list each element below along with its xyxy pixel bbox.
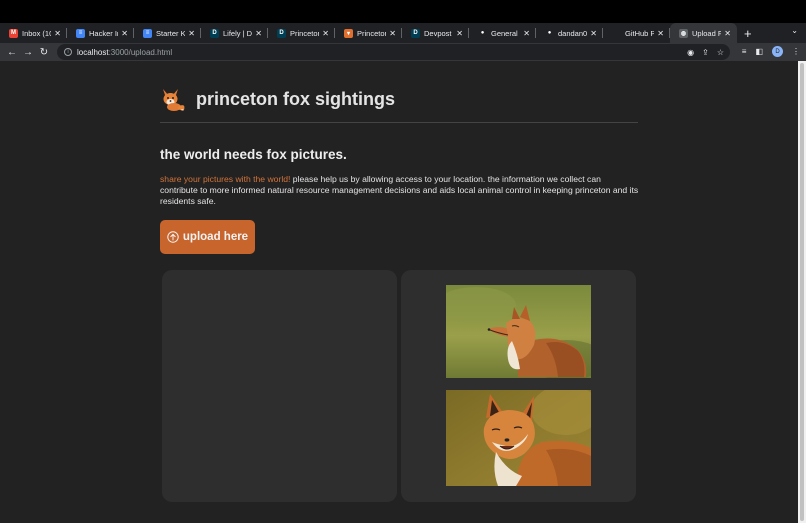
tab-title: Starter Kit (156, 28, 186, 38)
tab-title: dandan00 (558, 28, 588, 38)
tab-title: Hacker Info (89, 28, 118, 38)
tab-strip: MInbox (10)✕≡Hacker Info✕≡Starter Kit✕DL… (0, 23, 806, 43)
github-icon: ● (478, 28, 487, 38)
forward-icon[interactable]: → (20, 47, 36, 58)
photo-gallery-card (401, 270, 636, 502)
site-info-icon[interactable]: i (64, 48, 72, 56)
url-path: :3000/upload.html (108, 47, 173, 57)
page-content: princeton fox sightings the world needs … (0, 61, 798, 523)
empty-gallery-card (162, 270, 397, 502)
close-tab-icon[interactable]: ✕ (188, 29, 195, 38)
os-menu-bar (0, 0, 806, 23)
kebab-menu-icon[interactable]: ⋮ (792, 47, 800, 56)
fox-logo-icon (163, 89, 185, 111)
site-header: princeton fox sightings (160, 86, 395, 112)
profile-avatar[interactable]: D (772, 46, 783, 57)
browser-tab[interactable]: D Lifely | Dev✕ (201, 23, 268, 43)
fox-photo[interactable] (446, 390, 591, 486)
intro-accent-text: share your pictures with the world! (160, 174, 291, 184)
github-icon: ● (545, 28, 554, 38)
close-tab-icon[interactable]: ✕ (389, 29, 396, 38)
globe-icon: ◍ (679, 28, 688, 38)
page-scrollbar[interactable] (798, 61, 806, 523)
devpost-icon: D (277, 28, 286, 38)
share-icon[interactable]: ⇪ (702, 48, 709, 57)
tab-title: PrincetonC (357, 28, 386, 38)
devpost-icon: D (411, 28, 420, 38)
tab-search-icon[interactable]: ⌄ (791, 26, 798, 35)
devpost-icon: D (210, 28, 219, 38)
side-panel-icon[interactable]: ◧ (755, 47, 763, 56)
blank-icon (612, 28, 621, 38)
reading-list-icon[interactable]: ≡ (742, 47, 747, 56)
tab-title: Devpost (424, 28, 452, 38)
close-tab-icon[interactable]: ✕ (456, 29, 463, 38)
back-icon[interactable]: ← (4, 47, 20, 58)
scrollbar-thumb[interactable] (800, 63, 804, 521)
browser-tab[interactable]: ◍ Upload Fo✕ (670, 23, 737, 43)
tab-title: Inbox (10) (22, 28, 52, 38)
intro-paragraph: share your pictures with the world! plea… (160, 174, 640, 207)
close-tab-icon[interactable]: ✕ (255, 29, 262, 38)
upload-button-label: upload here (182, 231, 249, 243)
browser-tab[interactable]: M Inbox (10)✕ (0, 23, 67, 43)
reload-icon[interactable]: ↻ (36, 47, 52, 58)
close-tab-icon[interactable]: ✕ (724, 29, 731, 38)
address-bar[interactable]: i localhost:3000/upload.html ◉ ⇪ ☆ (57, 44, 730, 60)
browser-tab[interactable]: GitHub Pa✕ (603, 23, 670, 43)
fox-icon: ▾ (344, 28, 353, 38)
browser-tab[interactable]: ● General ✕ (469, 23, 536, 43)
close-tab-icon[interactable]: ✕ (590, 29, 597, 38)
upload-button[interactable]: upload here (160, 220, 255, 254)
close-tab-icon[interactable]: ✕ (121, 29, 128, 38)
site-title: princeton fox sightings (196, 88, 396, 109)
browser-tab[interactable]: ≡ Starter Kit✕ (134, 23, 201, 43)
upload-arrow-icon (167, 231, 179, 243)
page-headline: the world needs fox pictures. (160, 147, 347, 162)
tab-title: Upload Fo (692, 28, 722, 38)
tab-title: General (491, 28, 518, 38)
doc-icon: ≡ (143, 28, 152, 38)
fox-photo[interactable] (446, 285, 591, 378)
close-tab-icon[interactable]: ✕ (657, 29, 664, 38)
browser-tab[interactable]: D Princeton ✕ (268, 23, 335, 43)
close-tab-icon[interactable]: ✕ (523, 29, 530, 38)
browser-tab[interactable]: ▾ PrincetonC✕ (335, 23, 402, 43)
header-divider (160, 122, 638, 123)
google-lens-icon[interactable]: ◉ (687, 48, 694, 57)
url-host: localhost (77, 47, 109, 57)
address-toolbar: ← → ↻ i localhost:3000/upload.html ◉ ⇪ ☆… (0, 43, 806, 61)
browser-tab[interactable]: ● dandan00✕ (536, 23, 603, 43)
gmail-icon: M (9, 28, 18, 38)
browser-tab[interactable]: ≡ Hacker Info✕ (67, 23, 134, 43)
doc-icon: ≡ (76, 28, 85, 38)
close-tab-icon[interactable]: ✕ (54, 29, 61, 38)
browser-tab[interactable]: D Devpost ✕ (402, 23, 469, 43)
close-tab-icon[interactable]: ✕ (322, 29, 329, 38)
tab-title: Lifely | Dev (223, 28, 253, 38)
new-tab-icon[interactable]: + (744, 26, 752, 41)
bookmark-star-icon[interactable]: ☆ (717, 48, 724, 57)
tab-title: Princeton (290, 28, 320, 38)
tab-title: GitHub Pa (625, 28, 655, 38)
